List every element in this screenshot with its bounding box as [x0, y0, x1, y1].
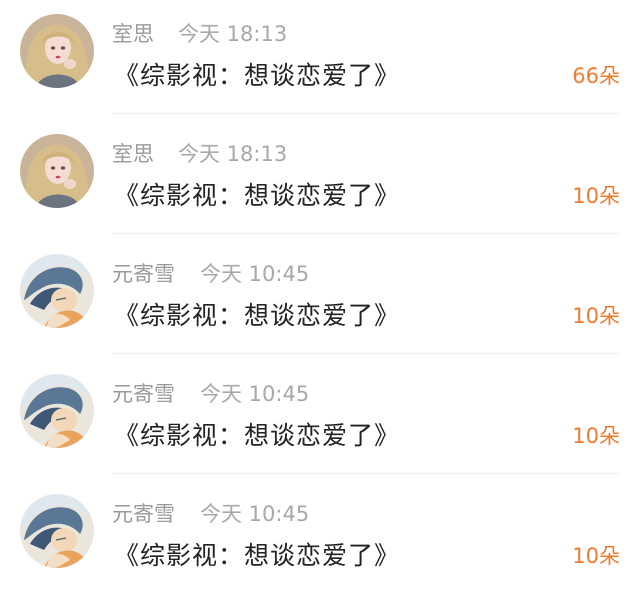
boy-avatar-icon[interactable]: [20, 374, 94, 448]
message-time: 今天 10:45: [200, 262, 310, 286]
divider: [112, 233, 620, 234]
message-time: 今天 10:45: [200, 382, 310, 406]
gift-count: 10朵: [572, 424, 620, 448]
sender-name[interactable]: 元寄雪: [112, 258, 175, 288]
book-title[interactable]: 《综影视：想谈恋爱了》: [114, 416, 400, 452]
book-title[interactable]: 《综影视：想谈恋爱了》: [114, 56, 400, 92]
gift-count: 10朵: [572, 304, 620, 328]
gift-count: 10朵: [572, 184, 620, 208]
divider: [112, 473, 620, 474]
list-item[interactable]: 元寄雪 今天 10:45 《综影视：想谈恋爱了》 10朵: [0, 480, 640, 600]
gift-message-list: 室思 今天 18:13 《综影视：想谈恋爱了》 66朵 室思 今天 18:13 …: [0, 0, 640, 603]
girl-avatar-icon[interactable]: [20, 14, 94, 88]
message-time: 今天 18:13: [178, 142, 288, 166]
message-time: 今天 18:13: [178, 22, 288, 46]
boy-avatar-icon[interactable]: [20, 494, 94, 568]
list-item[interactable]: 元寄雪 今天 10:45 《综影视：想谈恋爱了》 10朵: [0, 240, 640, 360]
list-item[interactable]: 室思 今天 18:13 《综影视：想谈恋爱了》 10朵: [0, 120, 640, 240]
girl-avatar-icon[interactable]: [20, 134, 94, 208]
list-item[interactable]: 元寄雪 今天 10:45 《综影视：想谈恋爱了》 10朵: [0, 360, 640, 480]
divider: [112, 113, 620, 114]
book-title[interactable]: 《综影视：想谈恋爱了》: [114, 296, 400, 332]
gift-count: 10朵: [572, 544, 620, 568]
sender-name[interactable]: 室思: [112, 18, 154, 48]
sender-name[interactable]: 元寄雪: [112, 498, 175, 528]
book-title[interactable]: 《综影视：想谈恋爱了》: [114, 536, 400, 572]
divider: [112, 353, 620, 354]
boy-avatar-icon[interactable]: [20, 254, 94, 328]
book-title[interactable]: 《综影视：想谈恋爱了》: [114, 176, 400, 212]
sender-name[interactable]: 室思: [112, 138, 154, 168]
sender-name[interactable]: 元寄雪: [112, 378, 175, 408]
list-item[interactable]: 室思 今天 18:13 《综影视：想谈恋爱了》 66朵: [0, 0, 640, 120]
message-time: 今天 10:45: [200, 502, 310, 526]
gift-count: 66朵: [572, 64, 620, 88]
